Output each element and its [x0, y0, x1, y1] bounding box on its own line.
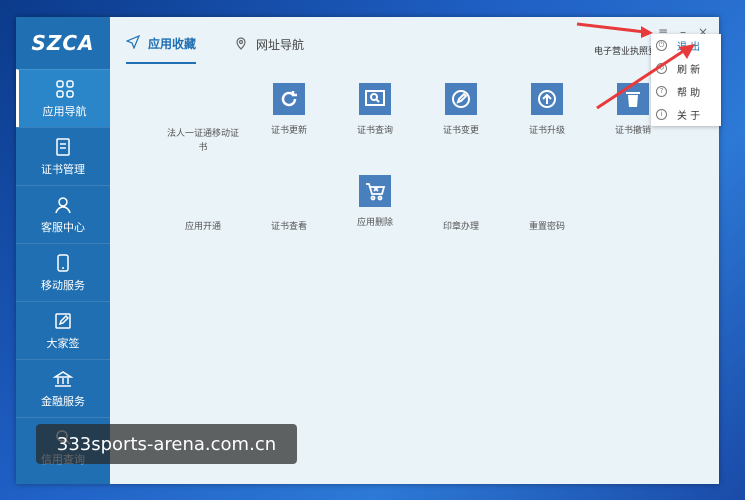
app-item[interactable]: 重置密码 [504, 219, 590, 232]
logo: SZCA [31, 31, 95, 55]
annotation-arrow-icon [596, 44, 695, 110]
upgrade-icon [531, 83, 563, 115]
location-icon [234, 36, 248, 53]
user-icon [53, 195, 73, 215]
app-item[interactable]: 证书查看 [246, 219, 332, 232]
sidebar-item-label: 金融服务 [41, 394, 85, 408]
watermark: 333sports-arena.com.cn [36, 424, 297, 464]
app-item[interactable]: 证书升级 [504, 83, 590, 136]
sidebar-item-label: 大家签 [46, 336, 80, 350]
app-label: 印章办理 [442, 222, 479, 232]
grid-icon [55, 79, 75, 99]
app-label: 应用开通 [184, 222, 221, 232]
sidebar-item-finance-service[interactable]: 金融服务 [16, 359, 110, 417]
document-icon [53, 137, 73, 157]
app-label: 证书查询 [356, 126, 393, 136]
tab-label: 网址导航 [256, 38, 305, 52]
app-label: 法人一证通移动证书 [166, 129, 239, 153]
app-item[interactable]: 证书更新 [246, 83, 332, 136]
app-item[interactable]: 证书变更 [418, 83, 504, 136]
app-item[interactable]: 应用开通 [160, 219, 246, 232]
app-label: 应用删除 [356, 218, 393, 228]
edit-icon [445, 83, 477, 115]
app-item[interactable]: 印章办理 [418, 219, 504, 232]
sidebar: SZCA 应用导航 证书管理 客服中心 移动服务 大家签 金融服务 [16, 17, 110, 484]
refresh-icon [273, 83, 305, 115]
app-label: 证书更新 [270, 126, 307, 136]
search-doc-icon [359, 83, 391, 115]
cart-delete-icon [359, 175, 391, 207]
bank-icon [52, 369, 74, 389]
send-icon [125, 34, 141, 52]
app-item[interactable]: 法人一证通移动证书 [160, 127, 246, 155]
tab-bar: 应用收藏 网址导航 [125, 34, 304, 64]
app-label: 证书查看 [270, 222, 307, 232]
sidebar-item-customer-service[interactable]: 客服中心 [16, 185, 110, 243]
sidebar-item-label: 移动服务 [41, 278, 85, 292]
edit-icon [53, 311, 73, 331]
app-item[interactable]: 证书查询 [332, 83, 418, 136]
tab-label: 应用收藏 [148, 37, 197, 51]
sidebar-item-label: 应用导航 [42, 104, 87, 118]
sidebar-item-app-navigation[interactable]: 应用导航 [16, 69, 110, 127]
sidebar-item-label: 客服中心 [41, 220, 85, 234]
tab-url-navigation[interactable]: 网址导航 [234, 35, 304, 64]
app-label: 重置密码 [528, 222, 565, 232]
tab-app-favorites[interactable]: 应用收藏 [125, 34, 197, 64]
sidebar-item-mobile-service[interactable]: 移动服务 [16, 243, 110, 301]
sidebar-item-dajiaqian[interactable]: 大家签 [16, 301, 110, 359]
phone-icon [53, 253, 73, 273]
sidebar-item-label: 证书管理 [41, 162, 85, 176]
app-label: 证书升级 [528, 126, 565, 136]
sidebar-item-certificate-management[interactable]: 证书管理 [16, 127, 110, 185]
app-label: 证书变更 [442, 126, 479, 136]
annotation-arrow-icon [576, 22, 653, 38]
app-item[interactable]: 应用删除 [332, 175, 418, 228]
